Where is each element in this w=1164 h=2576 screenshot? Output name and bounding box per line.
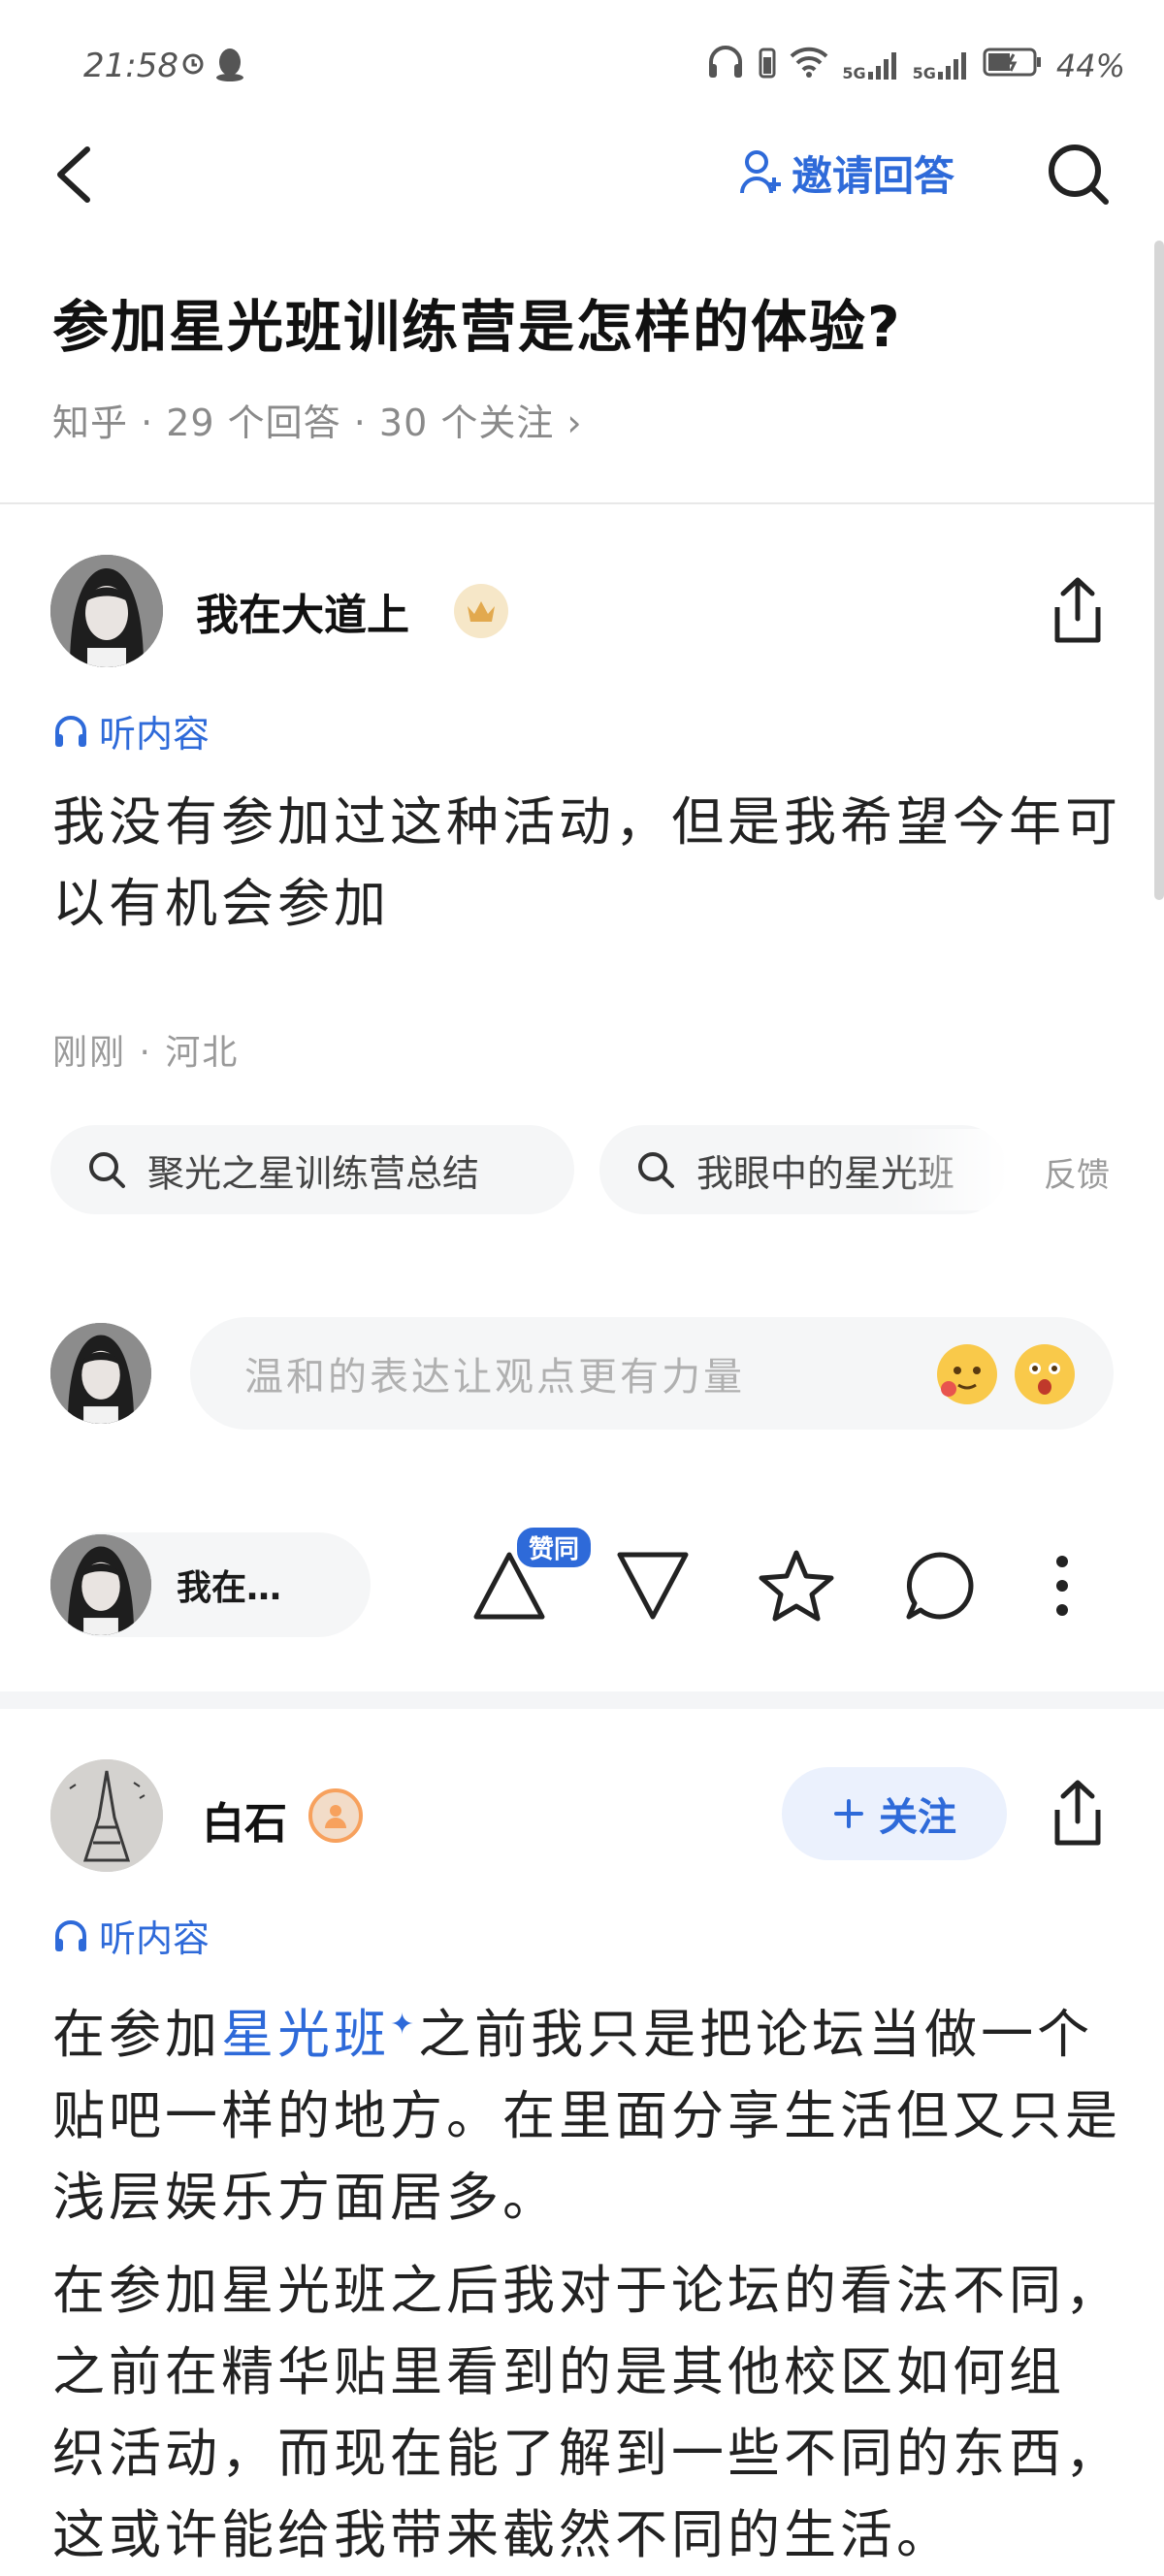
star-icon — [759, 1550, 834, 1622]
author-pill[interactable]: 我在… — [50, 1532, 371, 1637]
add-user-icon — [740, 150, 781, 194]
answer-line: 我没有参加过这种活动，但是我希望今年可 — [52, 791, 1121, 853]
status-right: 5G 5G 44% — [706, 45, 1125, 87]
answer-line: 之前在精华贴里看到的是其他校区如何组 — [52, 2341, 1065, 2402]
listen-content-button[interactable]: 听内容 — [52, 1909, 210, 1962]
related-search-chip[interactable]: 聚光之星训练营总结 — [50, 1125, 574, 1214]
answer-line: 在参加星光班之后我对于论坛的看法不同， — [52, 2260, 1121, 2321]
search-button[interactable] — [1040, 136, 1117, 213]
headphones-icon — [706, 45, 745, 87]
feedback-link[interactable]: 反馈 — [1044, 1148, 1110, 1196]
downvote-triangle-icon — [617, 1552, 689, 1620]
listen-label: 听内容 — [99, 713, 210, 756]
share-button[interactable] — [1044, 1775, 1112, 1852]
answer-text[interactable]: 我没有参加过这种活动，但是我希望今年可 以有机会参加 — [52, 782, 1121, 945]
keyword-link[interactable]: 星光班 — [221, 2004, 390, 2065]
answer-paragraph-2[interactable]: 在参加星光班之后我对于论坛的看法不同， 之前在精华贴里看到的是其他校区如何组 织… — [52, 2250, 1129, 2576]
invite-answer-button[interactable]: 邀请回答 — [739, 144, 954, 202]
flower-emoji-icon[interactable] — [937, 1344, 997, 1404]
more-vertical-icon — [1056, 1556, 1068, 1616]
question-title: 参加星光班训练营是怎样的体验? — [52, 294, 902, 360]
listen-label: 听内容 — [99, 1917, 210, 1960]
status-time: 21:58 — [83, 47, 178, 85]
section-divider — [0, 1691, 1164, 1709]
answer-paragraph-1[interactable]: 在参加星光班✦之前我只是把论坛当做一个 贴吧一样的地方。在里面分享生活但又只是 … — [52, 1984, 1129, 2238]
answer-line: 织活动，而现在能了解到一些不同的东西， — [52, 2423, 1121, 2484]
answer-line: 在参加星光班✦之前我只是把论坛当做一个 — [52, 2004, 1094, 2065]
qq-icon — [213, 45, 246, 87]
search-icon — [89, 1152, 125, 1188]
question-meta[interactable]: 知乎 · 29 个回答 · 30 个关注 › — [52, 393, 583, 446]
battery-percent: 44% — [1055, 48, 1125, 84]
signal-2-icon: 5G — [913, 50, 969, 81]
author-short-name: 我在… — [177, 1568, 282, 1608]
headphones-icon — [55, 1919, 86, 1951]
battery-small-icon — [759, 46, 776, 86]
answer-time-location: 刚刚 · 河北 — [52, 1033, 240, 1073]
fade-overlay — [892, 1129, 1009, 1210]
battery-icon — [983, 47, 1043, 85]
search-icon — [638, 1152, 674, 1188]
follow-label: 关注 — [879, 1795, 956, 1840]
my-avatar[interactable] — [50, 1323, 151, 1424]
upvote-badge: 赞同 — [514, 1525, 595, 1570]
answer-line: 这或许能给我带来截然不同的生活。 — [52, 2504, 953, 2565]
answer-line: 以有机会参加 — [52, 873, 390, 934]
wifi-icon — [790, 47, 828, 85]
sparkle-icon: ✦ — [390, 2008, 419, 2042]
comment-placeholder: 温和的表达让观点更有力量 — [244, 1355, 745, 1400]
back-button[interactable] — [47, 136, 105, 213]
downvote-button[interactable] — [609, 1542, 696, 1629]
author-name[interactable]: 我在大道上 — [196, 580, 409, 642]
author-name[interactable]: 白石 — [202, 1788, 287, 1851]
avatar[interactable] — [50, 1759, 163, 1872]
follow-button[interactable]: 关注 — [782, 1767, 1007, 1860]
scrollbar[interactable] — [1154, 241, 1164, 900]
avatar — [50, 1534, 151, 1635]
comment-button[interactable] — [896, 1542, 984, 1629]
crown-badge-icon — [454, 584, 508, 638]
user-badge-icon — [308, 1788, 363, 1843]
signal-1-icon: 5G — [842, 50, 898, 81]
chevron-left-icon — [57, 146, 90, 203]
search-icon — [1049, 145, 1109, 205]
answer-line: 浅层娱乐方面居多。 — [52, 2167, 559, 2228]
status-bar: 21:58 5G 5G 44% — [0, 0, 1164, 136]
share-icon — [1054, 577, 1101, 643]
listen-content-button[interactable]: 听内容 — [52, 704, 210, 757]
answer-line: 贴吧一样的地方。在里面分享生活但又只是 — [52, 2085, 1121, 2146]
chip-label: 聚光之星训练营总结 — [147, 1151, 480, 1195]
share-icon — [1054, 1780, 1101, 1846]
alarm-icon — [180, 50, 206, 80]
more-button[interactable] — [1018, 1542, 1106, 1629]
plus-icon — [834, 1799, 863, 1828]
headphones-icon — [55, 715, 86, 747]
favorite-button[interactable] — [753, 1542, 840, 1629]
divider — [0, 502, 1164, 504]
surprised-emoji-icon[interactable] — [1015, 1344, 1075, 1404]
comment-bubble-icon — [906, 1552, 974, 1620]
avatar[interactable] — [50, 555, 163, 667]
invite-answer-label: 邀请回答 — [792, 151, 955, 200]
share-button[interactable] — [1044, 572, 1112, 650]
